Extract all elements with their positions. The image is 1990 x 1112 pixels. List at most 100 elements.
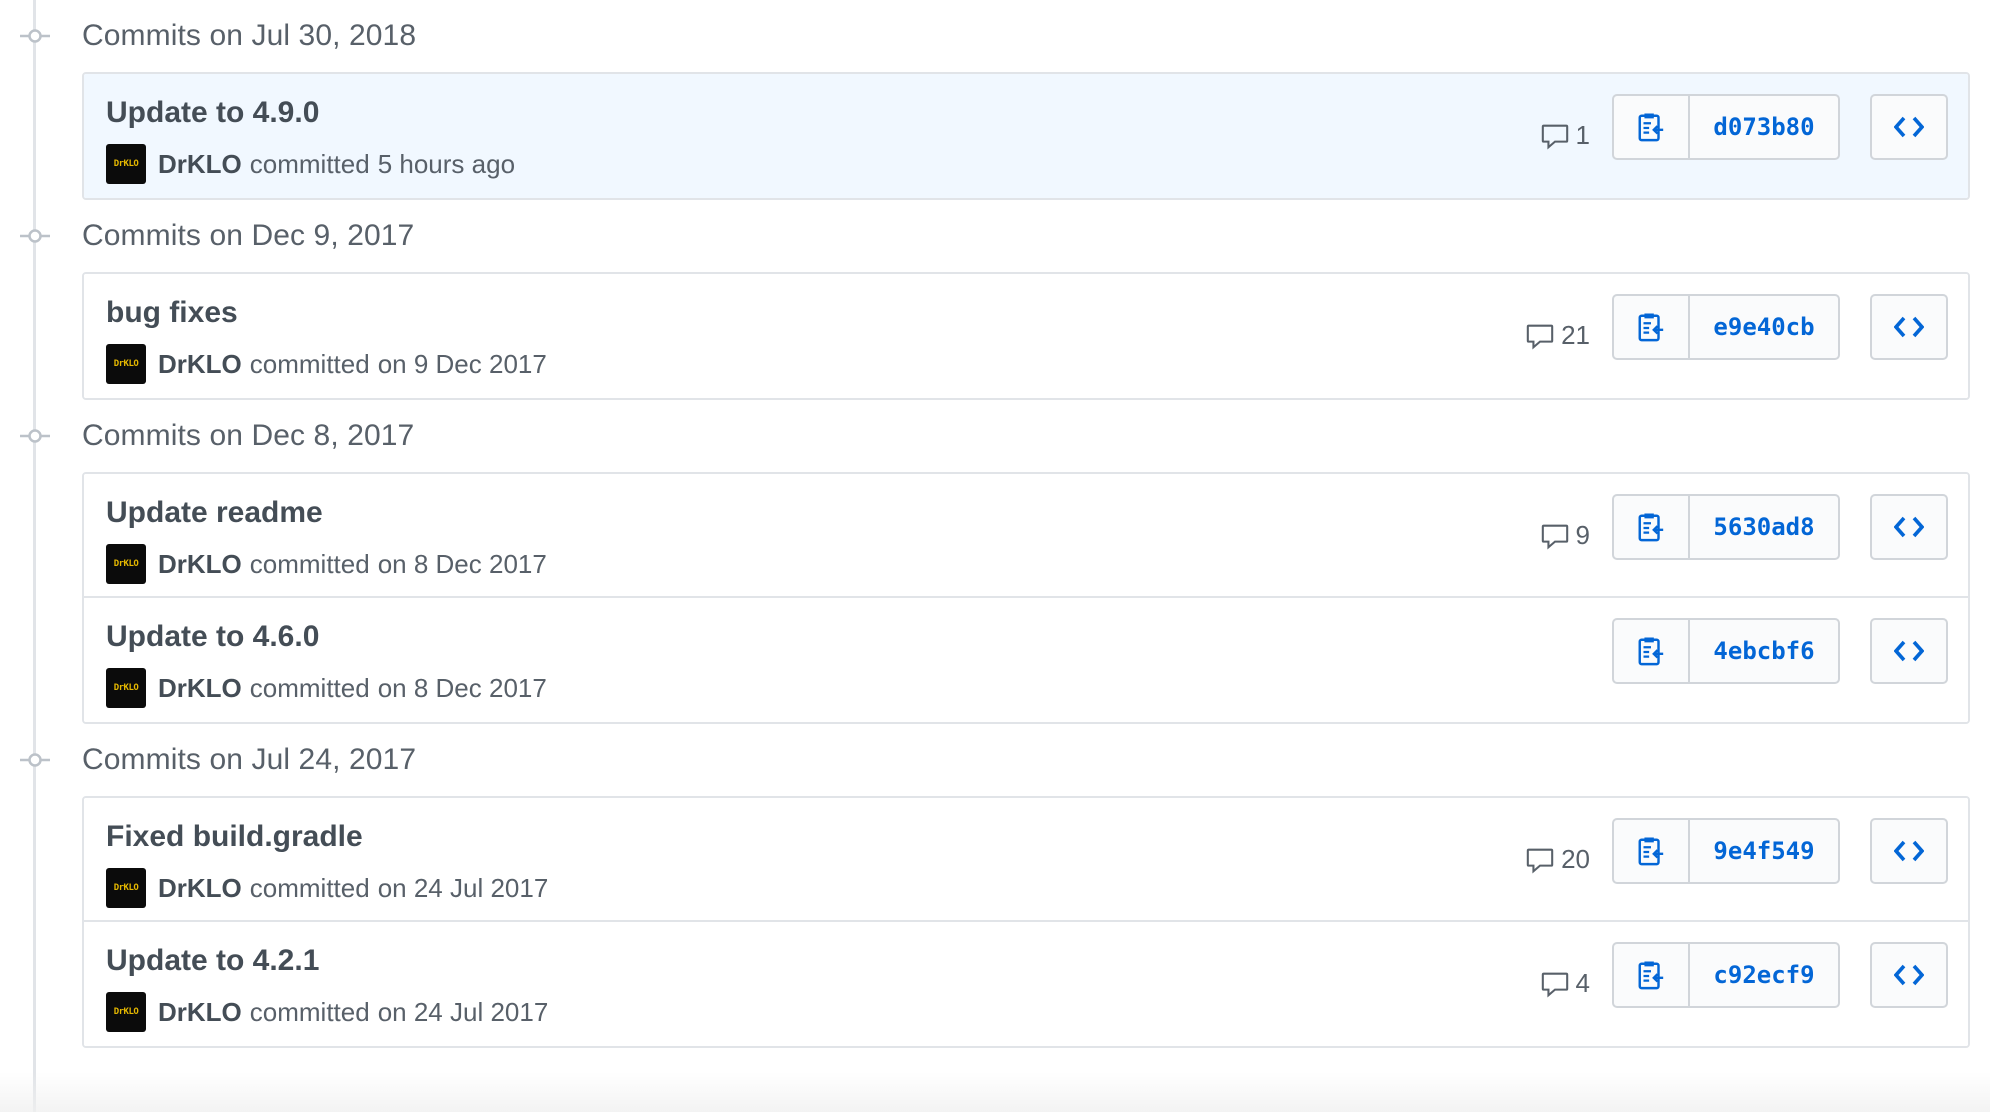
author-link[interactable]: DrKLO	[158, 873, 242, 904]
commit-group-header: Commits on Dec 9, 2017	[0, 200, 1990, 272]
sha-button-group: e9e40cb	[1612, 294, 1840, 360]
browse-code-button[interactable]	[1870, 94, 1948, 160]
commit-sha-link[interactable]: 9e4f549	[1690, 820, 1838, 882]
commit-title-link[interactable]: Update to 4.9.0	[106, 96, 319, 130]
comments-link[interactable]: 20	[1525, 844, 1590, 875]
commit-title-link[interactable]: bug fixes	[106, 296, 238, 330]
copy-sha-button[interactable]	[1614, 620, 1690, 682]
commit-sha-link[interactable]: c92ecf9	[1690, 944, 1838, 1006]
comment-icon	[1541, 124, 1568, 149]
commit-time: 5 hours ago	[377, 148, 516, 179]
clipboard-icon	[1638, 513, 1664, 542]
commit-group-title: Commits on Dec 8, 2017	[82, 419, 415, 452]
commit-meta: DrKLO DrKLO committed on 24 Jul 2017	[106, 992, 548, 1032]
sha-button-group: d073b80	[1612, 94, 1840, 160]
avatar[interactable]: DrKLO	[106, 868, 146, 908]
copy-sha-button[interactable]	[1614, 496, 1690, 558]
code-icon	[1894, 516, 1924, 538]
commit-groups: Commits on Jul 30, 2018 Update to 4.9.0 …	[0, 0, 1990, 1048]
clipboard-icon	[1638, 961, 1664, 990]
commit-title-link[interactable]: Fixed build.gradle	[106, 820, 363, 854]
commit-verb: committed	[249, 672, 370, 703]
comments-link[interactable]: 4	[1540, 968, 1590, 999]
comments-link[interactable]: 9	[1540, 520, 1590, 551]
commit-verb: committed	[249, 872, 370, 903]
commit-group: Commits on Jul 24, 2017 Fixed build.grad…	[0, 724, 1990, 1048]
commit-group-title: Commits on Jul 30, 2018	[82, 19, 417, 52]
commit-sha-link[interactable]: e9e40cb	[1690, 296, 1838, 358]
commit-time: on 24 Jul 2017	[377, 996, 549, 1027]
commit-row: Fixed build.gradle DrKLO DrKLO committed…	[84, 798, 1968, 922]
comment-count: 20	[1561, 844, 1590, 874]
browse-code-button[interactable]	[1870, 618, 1948, 684]
author-link[interactable]: DrKLO	[158, 149, 242, 180]
commit-meta: DrKLO DrKLO committed on 9 Dec 2017	[106, 344, 547, 384]
commit-meta: DrKLO DrKLO committed on 8 Dec 2017	[106, 544, 547, 584]
avatar-text: DrKLO	[113, 683, 139, 693]
sha-button-group: 9e4f549	[1612, 818, 1840, 884]
avatar[interactable]: DrKLO	[106, 992, 146, 1032]
browse-code-button[interactable]	[1870, 494, 1948, 560]
copy-sha-button[interactable]	[1614, 96, 1690, 158]
commit-group-header: Commits on Dec 8, 2017	[0, 400, 1990, 472]
clipboard-icon	[1638, 113, 1664, 142]
avatar-text: DrKLO	[113, 359, 139, 369]
commit-time: on 8 Dec 2017	[377, 672, 547, 703]
git-commit-icon	[20, 429, 50, 443]
commit-list: Update readme DrKLO DrKLO committed on 8…	[82, 472, 1970, 724]
copy-sha-button[interactable]	[1614, 820, 1690, 882]
comment-icon	[1526, 848, 1554, 873]
commit-title-link[interactable]: Update to 4.6.0	[106, 620, 319, 654]
git-commit-icon	[20, 753, 50, 767]
commit-time: on 24 Jul 2017	[377, 872, 549, 903]
clipboard-icon	[1638, 837, 1664, 866]
commit-list: bug fixes DrKLO DrKLO committed on 9 Dec…	[82, 272, 1970, 400]
commit-time: on 9 Dec 2017	[377, 348, 547, 379]
author-link[interactable]: DrKLO	[158, 549, 242, 580]
author-link[interactable]: DrKLO	[158, 997, 242, 1028]
comment-icon	[1541, 972, 1568, 997]
code-icon	[1894, 116, 1924, 138]
sha-button-group: 5630ad8	[1612, 494, 1840, 560]
avatar-text: DrKLO	[113, 559, 139, 569]
commit-meta: DrKLO DrKLO committed on 8 Dec 2017	[106, 668, 547, 708]
commit-sha-link[interactable]: 4ebcbf6	[1690, 620, 1838, 682]
commit-group-header: Commits on Jul 30, 2018	[0, 0, 1990, 72]
git-commit-icon	[20, 29, 50, 43]
scroll-fade	[0, 1072, 1990, 1112]
avatar[interactable]: DrKLO	[106, 668, 146, 708]
avatar[interactable]: DrKLO	[106, 144, 146, 184]
commit-row: Update to 4.2.1 DrKLO DrKLO committed on…	[84, 922, 1968, 1046]
commit-row: Update to 4.9.0 DrKLO DrKLO committed 5 …	[84, 74, 1968, 198]
author-link[interactable]: DrKLO	[158, 349, 242, 380]
comments-link[interactable]: 21	[1525, 320, 1590, 351]
commit-group: Commits on Dec 8, 2017 Update readme DrK…	[0, 400, 1990, 724]
author-link[interactable]: DrKLO	[158, 673, 242, 704]
commit-group-header: Commits on Jul 24, 2017	[0, 724, 1990, 796]
comment-icon	[1526, 324, 1554, 349]
clipboard-icon	[1638, 313, 1664, 342]
code-icon	[1894, 840, 1924, 862]
git-commit-icon	[20, 229, 50, 243]
clipboard-icon	[1638, 637, 1664, 666]
copy-sha-button[interactable]	[1614, 296, 1690, 358]
sha-button-group: c92ecf9	[1612, 942, 1840, 1008]
commit-verb: committed	[249, 348, 370, 379]
browse-code-button[interactable]	[1870, 942, 1948, 1008]
code-icon	[1894, 316, 1924, 338]
browse-code-button[interactable]	[1870, 818, 1948, 884]
comments-link[interactable]: 1	[1540, 120, 1590, 151]
commit-title-link[interactable]: Update readme	[106, 496, 323, 530]
commit-title-link[interactable]: Update to 4.2.1	[106, 944, 319, 978]
copy-sha-button[interactable]	[1614, 944, 1690, 1006]
commit-sha-link[interactable]: d073b80	[1690, 96, 1838, 158]
commit-sha-link[interactable]: 5630ad8	[1690, 496, 1838, 558]
commit-group-title: Commits on Dec 9, 2017	[82, 219, 415, 252]
avatar-text: DrKLO	[113, 1007, 139, 1017]
commit-verb: committed	[249, 548, 370, 579]
avatar[interactable]: DrKLO	[106, 344, 146, 384]
commit-row: bug fixes DrKLO DrKLO committed on 9 Dec…	[84, 274, 1968, 398]
browse-code-button[interactable]	[1870, 294, 1948, 360]
commit-row: Update to 4.6.0 DrKLO DrKLO committed on…	[84, 598, 1968, 722]
avatar[interactable]: DrKLO	[106, 544, 146, 584]
